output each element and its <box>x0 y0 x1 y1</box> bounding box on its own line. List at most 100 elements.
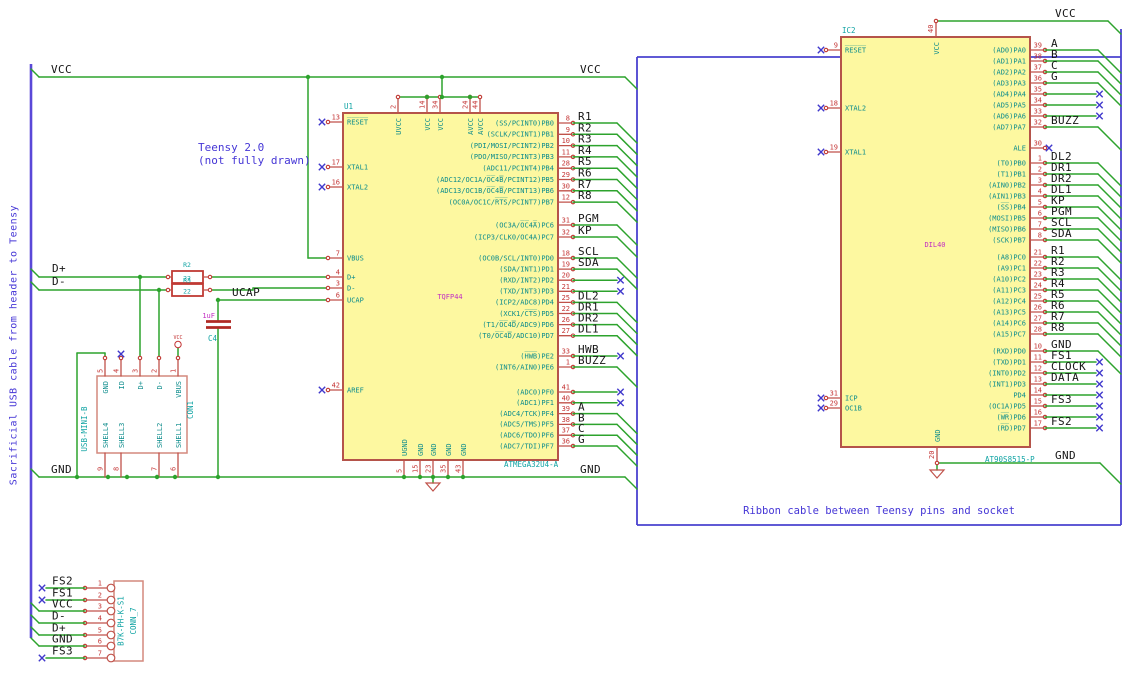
pin-number: 13 <box>1034 376 1042 384</box>
net-label: KP <box>578 224 592 237</box>
pin-number: 14 <box>419 101 427 109</box>
pin-number: 23 <box>425 465 433 473</box>
pin-name: (T1/O̅C̅4̅D̅/ADC9)PD6 <box>482 320 554 329</box>
pin-end <box>823 405 829 411</box>
wire <box>616 257 638 279</box>
pin-name: (A10)PC2 <box>992 275 1026 283</box>
con1-reference: CON1 <box>186 401 195 419</box>
wire <box>1097 289 1122 314</box>
pin-number: 38 <box>1034 53 1042 61</box>
net-label: DL1 <box>578 323 599 336</box>
pin-number: 8 <box>1038 232 1042 240</box>
junction-dot <box>439 74 445 80</box>
u1-value: TQFP44 <box>437 293 462 301</box>
pin-name: (ADC13/OC1B/O̅C̅4̅B̅/PCINT13)PB6 <box>436 186 554 195</box>
wire <box>1097 322 1122 347</box>
pin-number: 41 <box>562 384 570 392</box>
wire <box>616 144 638 167</box>
net-label: G <box>1051 70 1058 83</box>
pin-number: 7 <box>151 467 159 471</box>
teensy-note-line2: (not fully drawn) <box>198 154 311 167</box>
pin-end <box>325 387 331 393</box>
pin-number: 14 <box>1034 387 1042 395</box>
pin-number: 26 <box>562 316 570 324</box>
junction-dot <box>467 94 473 100</box>
net-label: SDA <box>578 256 599 269</box>
junction-dot <box>156 287 162 293</box>
pin-name: (ICP3/CLK0/OC4A)PC7 <box>474 233 554 241</box>
pin-number: 35 <box>1034 86 1042 94</box>
wire <box>616 167 638 189</box>
pin-name: (OC3A/O̅C̅4̅A̅)PC6 <box>495 220 554 229</box>
u1-part-name: ATMEGA32U4-A <box>504 460 559 469</box>
pin-name: (AD3)PA3 <box>992 79 1026 87</box>
connector-socket-icon <box>106 583 116 593</box>
pin-name: (XCK1/C̅T̅S̅)PD5 <box>499 309 554 318</box>
r2-reference: R2 <box>183 261 191 269</box>
pin-end <box>823 105 829 111</box>
u1-reference: U1 <box>344 102 353 111</box>
pin-number: 42 <box>332 382 340 390</box>
pin-end <box>207 287 213 293</box>
pin-name: SHELL2 <box>156 423 164 448</box>
pin-end <box>1042 145 1048 151</box>
pin-name: GND <box>430 443 438 456</box>
wire <box>616 190 638 212</box>
pin-number: 5 <box>396 469 404 473</box>
wire <box>1099 462 1122 485</box>
pin-name: (ADC1)PF1 <box>516 399 554 407</box>
pin-number: 39 <box>1034 42 1042 50</box>
pin-name: ICP <box>845 394 858 402</box>
pin-number: 2 <box>98 592 102 600</box>
pin-number: 10 <box>562 137 570 145</box>
pin-name: (SCK)PB7 <box>992 236 1026 244</box>
pin-name: (INT1)PD3 <box>988 380 1026 388</box>
pin-name: XTAL2 <box>347 183 368 191</box>
pin-name: GND <box>445 443 453 456</box>
wire <box>616 423 638 446</box>
pin-number: 35 <box>440 465 448 473</box>
conn7-part-name: B7K-PH-K-S1 <box>117 596 126 646</box>
pin-name: R̅E̅S̅E̅T̅ <box>347 117 369 126</box>
ground-icon <box>928 469 946 479</box>
pin-number: 26 <box>1034 304 1042 312</box>
junction-dot <box>215 474 221 480</box>
ribbon-cable-note: Ribbon cable between Teensy pins and soc… <box>743 505 1015 517</box>
pin-number: 3 <box>336 280 340 288</box>
pin-number: 11 <box>562 148 570 156</box>
net-label: BUZZ <box>578 354 606 367</box>
pin-number: 4 <box>1038 188 1042 196</box>
pin-number: 32 <box>1034 119 1042 127</box>
pin-name: (R̅D̅)PD7 <box>996 423 1026 432</box>
ground-icon <box>424 482 442 492</box>
pin-name: (AD6)PA6 <box>992 112 1026 120</box>
pin-end <box>156 355 162 361</box>
pin-name: (A13)PC5 <box>992 308 1026 316</box>
pin-name: GND <box>460 443 468 456</box>
pin-name: (TXD)PD1 <box>992 358 1026 366</box>
conn7-reference: CONN_7 <box>129 607 138 634</box>
junction-dot <box>424 94 430 100</box>
wire <box>1107 20 1122 35</box>
wire <box>1097 184 1122 209</box>
pin-number: 2 <box>1038 166 1042 174</box>
pin-name: (ADC12/OC1A/O̅C̅4̅B̅/PCINT12)PB5 <box>436 175 554 184</box>
pin-name: UCAP <box>347 296 364 304</box>
pin-end <box>325 285 331 291</box>
pin-name: (T1)PB1 <box>996 170 1026 178</box>
connector-socket-icon <box>106 606 116 616</box>
pin-name: (ADC11/PCINT4)PB4 <box>482 165 554 173</box>
wire <box>616 133 638 156</box>
pin-number: 22 <box>562 305 570 313</box>
junction-dot <box>154 474 160 480</box>
pin-name: (INT0)PD2 <box>988 369 1026 377</box>
pin-name: XTAL1 <box>347 163 368 171</box>
pin-name: (PDO/MISO/PCINT3)PB3 <box>470 153 554 161</box>
pin-name: (W̅R̅)PD6 <box>996 412 1026 421</box>
teensy-note-line1: Teensy 2.0 <box>198 141 265 154</box>
pin-name: (ADC4/TCK)PF4 <box>499 410 554 418</box>
pin-number: 20 <box>562 272 570 280</box>
pin-number: 1 <box>1038 155 1042 163</box>
pin-number: 6 <box>170 467 178 471</box>
pin-number: 6 <box>1038 210 1042 218</box>
